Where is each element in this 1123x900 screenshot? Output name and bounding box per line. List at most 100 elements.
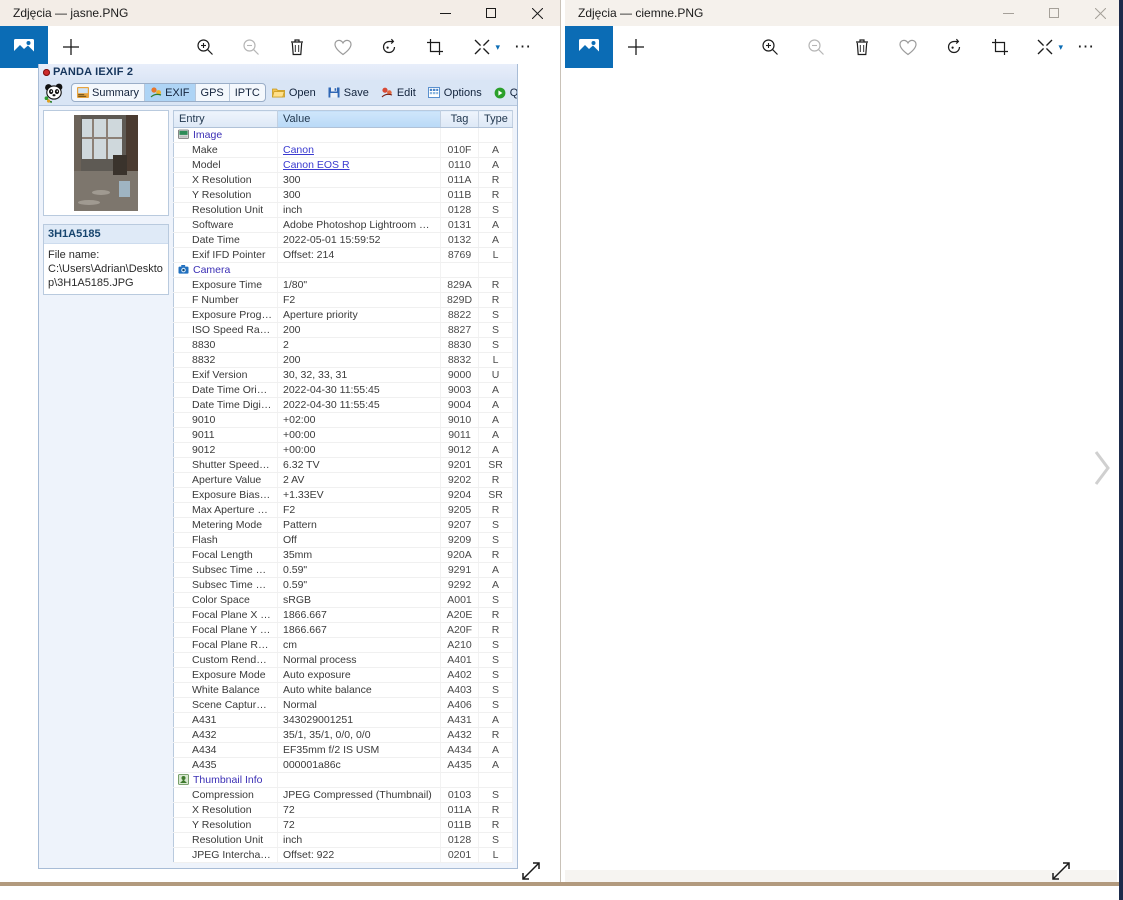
exif-table-row[interactable]: Date Time Digitized 2022-04-30 11:55:45 90… [173,397,513,413]
panda-tool-quick-m[interactable]: Quick M [488,87,517,99]
crop-icon[interactable] [412,26,458,68]
exif-table-row[interactable]: Model Canon EOS R 0110 A [173,157,513,173]
exif-table-row[interactable]: A432 35/1, 35/1, 0/0, 0/0 A432 R [173,727,513,743]
zoom-out-icon[interactable] [228,26,274,68]
exif-table-row[interactable]: Resolution Unit inch 0128 S [173,202,513,218]
crop-icon[interactable] [977,26,1023,68]
photos-window-right[interactable]: Zdjęcia — ciemne.PNG ▾ ⋯ [565,0,1123,885]
exif-table-row[interactable]: Focal Plane Y Res...1866.667A20FR [173,622,513,638]
exif-value-link[interactable]: Canon [283,144,314,156]
exif-table-row[interactable]: Exposure Program Aperture priority 8822 S [173,307,513,323]
close-button[interactable] [1077,0,1123,26]
panda-tool-edit[interactable]: Edit [375,87,422,99]
panda-tab-summary[interactable]: Summary [72,84,146,101]
minimize-button[interactable] [422,0,468,26]
exif-table-row[interactable]: Exif Version 30, 32, 33, 31 9000 U [173,367,513,383]
exif-table-row[interactable]: A435 000001a86c A435 A [173,757,513,773]
photos-window-left[interactable]: Zdjęcia — jasne.PNG ▾ ⋯ PANDA IEXIF 2 Su… [0,0,561,885]
resize-handle[interactable] [1050,860,1074,884]
rotate-icon[interactable] [366,26,412,68]
zoom-out-icon[interactable] [793,26,839,68]
trash-icon[interactable] [274,26,320,68]
exif-table-row[interactable]: Aperture Value 2 AV 9202 R [173,472,513,488]
zoom-in-icon[interactable] [182,26,228,68]
close-button[interactable] [514,0,560,26]
resize-handle[interactable] [520,860,544,884]
exif-table-row[interactable]: Y Resolution 300 011B R [173,187,513,203]
magic-wand-icon[interactable]: ▾ [473,26,500,68]
exif-table-row[interactable]: Exposure Time 1/80" 829A R [173,277,513,293]
exif-group-row[interactable]: Image [173,127,513,143]
exif-table-row[interactable]: Custom Rendered Normal process A401 S [173,652,513,668]
exif-table-row[interactable]: Subsec Time Digit... 0.59" 9292 A [173,577,513,593]
photo-icon[interactable] [0,26,48,68]
trash-icon[interactable] [839,26,885,68]
minimize-button[interactable] [985,0,1031,26]
exif-table-row[interactable]: 8832 200 8832 L [173,352,513,368]
exif-table-row[interactable]: A434 EF35mm f/2 IS USM A434 A [173,742,513,758]
panda-tool-options[interactable]: Options [422,87,488,99]
exif-group-row[interactable]: Thumbnail Info [173,772,513,788]
exif-table-row[interactable]: Focal Plane X Res...1866.667A20ER [173,607,513,623]
column-header-type[interactable]: Type [478,110,513,128]
column-header-entry[interactable]: Entry [173,110,278,128]
maximize-button[interactable] [1031,0,1077,26]
exif-table-row[interactable]: 9012 +00:00 9012 A [173,442,513,458]
title-bar-left[interactable]: Zdjęcia — jasne.PNG [0,0,560,26]
ellipsis-icon[interactable]: ⋯ [1063,26,1109,68]
plus-icon[interactable] [613,26,659,68]
exif-table-row[interactable]: Focal Plane Resol... cm A210 S [173,637,513,653]
exif-table-row[interactable]: 9011 +00:00 9011 A [173,427,513,443]
exif-table-row[interactable]: F Number F2 829D R [173,292,513,308]
exif-table-row[interactable]: 8830 2 8830 S [173,337,513,353]
exif-table-row[interactable]: JPEG Interchange ...Offset: 9220201L [173,847,513,863]
rotate-icon[interactable] [931,26,977,68]
maximize-button[interactable] [468,0,514,26]
exif-table-row[interactable]: Color Space sRGB A001 S [173,592,513,608]
exif-table-row[interactable]: Date Time 2022-05-01 15:59:52 0132 A [173,232,513,248]
panda-tab-group[interactable]: Summary EXIF GPS IPTC [71,83,266,102]
panda-tab-iptc[interactable]: IPTC [230,84,265,101]
exif-table-row[interactable]: Exif IFD Pointer Offset: 214 8769 L [173,247,513,263]
exif-table-row[interactable]: Subsec Time Origi... 0.59" 9291 A [173,562,513,578]
panda-tab-gps[interactable]: GPS [196,84,230,101]
panda-tool-save[interactable]: Save [322,87,375,99]
exif-table-row[interactable]: ISO Speed Ratings 200 8827 S [173,322,513,338]
panda-tool-open[interactable]: Open [266,87,322,99]
heart-icon[interactable] [885,26,931,68]
exif-value-cell[interactable]: Canon [277,142,441,158]
thumbnail-preview[interactable] [43,110,169,216]
exif-table-row[interactable]: Exposure Bias Val... +1.33EV 9204 SR [173,487,513,503]
plus-icon[interactable] [48,26,94,68]
exif-value-link[interactable]: Canon EOS R [283,159,350,171]
exif-table-row[interactable]: Resolution Unit inch 0128 S [173,832,513,848]
column-header-tag[interactable]: Tag [440,110,479,128]
zoom-in-icon[interactable] [747,26,793,68]
exif-table-row[interactable]: Focal Length 35mm 920A R [173,547,513,563]
next-image-button[interactable] [1089,444,1117,494]
exif-group-row[interactable]: Camera [173,262,513,278]
column-header-value[interactable]: Value [277,110,441,128]
exif-table-row[interactable]: Software Adobe Photoshop Lightroom Cla...… [173,217,513,233]
title-bar-right[interactable]: Zdjęcia — ciemne.PNG [565,0,1123,26]
exif-value-cell[interactable]: Canon EOS R [277,157,441,173]
heart-icon[interactable] [320,26,366,68]
panda-tab-exif[interactable]: EXIF [145,84,196,101]
exif-table-row[interactable]: X Resolution 300 011A R [173,172,513,188]
exif-table-row[interactable]: Scene Capture TypeNormalA406S [173,697,513,713]
exif-table-row[interactable]: X Resolution 72 011A R [173,802,513,818]
exif-table-row[interactable]: Flash Off 9209 S [173,532,513,548]
photo-icon[interactable] [565,26,613,68]
exif-table-row[interactable]: Y Resolution 72 011B R [173,817,513,833]
exif-table-row[interactable]: Make Canon 010F A [173,142,513,158]
exif-table-row[interactable]: Shutter Speed Value6.32 TV9201SR [173,457,513,473]
exif-table-row[interactable]: Exposure Mode Auto exposure A402 S [173,667,513,683]
exif-table-row[interactable]: A431 343029001251 A431 A [173,712,513,728]
exif-table-row[interactable]: Compression JPEG Compressed (Thumbnail) 01… [173,787,513,803]
exif-table-row[interactable]: Date Time Original 2022-04-30 11:55:45 900… [173,382,513,398]
ellipsis-icon[interactable]: ⋯ [500,26,546,68]
exif-table-row[interactable]: Max Aperture Value F2 9205 R [173,502,513,518]
exif-table-row[interactable]: Metering Mode Pattern 9207 S [173,517,513,533]
exif-table-row[interactable]: 9010 +02:00 9010 A [173,412,513,428]
exif-table-wrapper[interactable]: Entry Value Tag Type Image Make Canon 010F A Mod… [173,106,517,868]
